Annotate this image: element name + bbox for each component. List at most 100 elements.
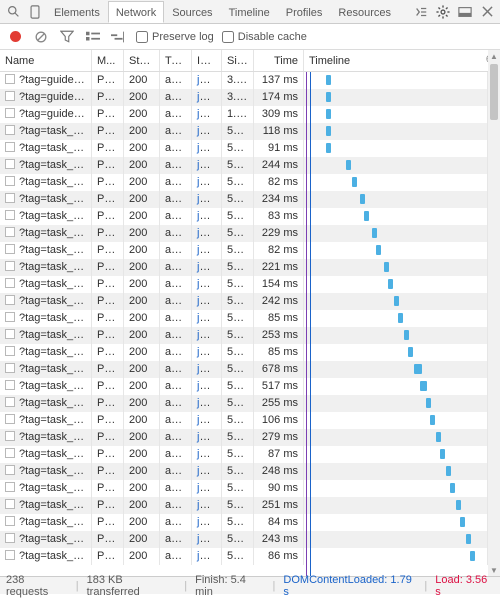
col-time[interactable]: Time bbox=[254, 50, 304, 71]
gear-icon[interactable] bbox=[432, 1, 454, 23]
initiator-link[interactable]: jqu... bbox=[197, 431, 221, 443]
col-name[interactable]: Name bbox=[0, 50, 92, 71]
initiator-link[interactable]: jqu... bbox=[197, 363, 221, 375]
table-row[interactable]: ?tag=task_list...PO...200ap...jqu...55..… bbox=[0, 463, 488, 480]
table-row[interactable]: ?tag=task_list...PO...200ap...jqu...55..… bbox=[0, 548, 488, 565]
table-row[interactable]: ?tag=task_list...PO...200ap...jqu...55..… bbox=[0, 259, 488, 276]
cell-type: ap... bbox=[160, 429, 192, 446]
disable-cache-checkbox[interactable]: Disable cache bbox=[222, 31, 307, 43]
table-row[interactable]: ?tag=task_list...PO...200ap...jqu...55..… bbox=[0, 293, 488, 310]
initiator-link[interactable]: jqu... bbox=[197, 329, 221, 341]
col-timeline[interactable]: Timeline 6 bbox=[304, 50, 500, 71]
scroll-thumb[interactable] bbox=[490, 64, 498, 120]
preserve-log-checkbox[interactable]: Preserve log bbox=[136, 31, 214, 43]
cell-timeline bbox=[304, 497, 488, 514]
table-row[interactable]: ?tag=task_list...PO...200ap...jqu...55..… bbox=[0, 174, 488, 191]
initiator-link[interactable]: jqu... bbox=[197, 295, 221, 307]
cell-initiator: jqu... bbox=[192, 140, 222, 157]
cell-initiator: jqu... bbox=[192, 514, 222, 531]
tab-timeline[interactable]: Timeline bbox=[221, 1, 278, 23]
table-row[interactable]: ?tag=task_list...PO...200ap...jqu...55..… bbox=[0, 191, 488, 208]
col-size[interactable]: Size bbox=[222, 50, 254, 71]
initiator-link[interactable]: jqu... bbox=[197, 499, 221, 511]
scroll-up-icon[interactable]: ▲ bbox=[488, 50, 500, 62]
table-row[interactable]: ?tag=task_list...PO...200ap...jqu...55..… bbox=[0, 157, 488, 174]
close-icon[interactable] bbox=[476, 1, 498, 23]
cell-initiator: jqu... bbox=[192, 463, 222, 480]
table-row[interactable]: ?tag=task_list...PO...200ap...jqu...55..… bbox=[0, 497, 488, 514]
table-row[interactable]: ?tag=guide&...PO...200ap...jqu...3.8...1… bbox=[0, 89, 488, 106]
initiator-link[interactable]: jqu... bbox=[197, 210, 221, 222]
initiator-link[interactable]: jqu... bbox=[197, 533, 221, 545]
tab-resources[interactable]: Resources bbox=[330, 1, 399, 23]
table-row[interactable]: ?tag=guide&...PO...200ap...jqu...3.1...1… bbox=[0, 72, 488, 89]
table-row[interactable]: ?tag=task_list...PO...200ap...jqu...55..… bbox=[0, 446, 488, 463]
initiator-link[interactable]: jqu... bbox=[197, 159, 221, 171]
timeline-overview-icon[interactable] bbox=[110, 28, 128, 46]
table-row[interactable]: ?tag=task_list...PO...200ap...jqu...55..… bbox=[0, 242, 488, 259]
initiator-link[interactable]: jqu... bbox=[197, 91, 221, 103]
table-row[interactable]: ?tag=task_list...PO...200ap...jqu...55..… bbox=[0, 225, 488, 242]
table-row[interactable]: ?tag=task_list...PO...200ap...jqu...55..… bbox=[0, 412, 488, 429]
clear-icon[interactable] bbox=[32, 28, 50, 46]
initiator-link[interactable]: jqu... bbox=[197, 176, 221, 188]
network-table-header: Name M... Status Type Initi... Size Time… bbox=[0, 50, 500, 72]
filter-icon[interactable] bbox=[58, 28, 76, 46]
initiator-link[interactable]: jqu... bbox=[197, 227, 221, 239]
table-row[interactable]: ?tag=task_list...PO...200ap...jqu...55..… bbox=[0, 378, 488, 395]
table-row[interactable]: ?tag=task_list...PO...200ap...jqu...55..… bbox=[0, 361, 488, 378]
initiator-link[interactable]: jqu... bbox=[197, 465, 221, 477]
view-large-icon[interactable] bbox=[84, 28, 102, 46]
initiator-link[interactable]: jqu... bbox=[197, 516, 221, 528]
tab-profiles[interactable]: Profiles bbox=[278, 1, 331, 23]
cell-timeline bbox=[304, 293, 488, 310]
initiator-link[interactable]: jqu... bbox=[197, 125, 221, 137]
table-row[interactable]: ?tag=guide&...PO...200ap...jqu...1.3...3… bbox=[0, 106, 488, 123]
device-icon[interactable] bbox=[24, 1, 46, 23]
table-row[interactable]: ?tag=task_list...PO...200ap...jqu...55..… bbox=[0, 429, 488, 446]
table-row[interactable]: ?tag=task_list...PO...200ap...jqu...55..… bbox=[0, 514, 488, 531]
col-type[interactable]: Type bbox=[160, 50, 192, 71]
file-icon bbox=[5, 448, 15, 458]
tab-network[interactable]: Network bbox=[108, 1, 164, 23]
initiator-link[interactable]: jqu... bbox=[197, 278, 221, 290]
file-icon bbox=[5, 431, 15, 441]
table-row[interactable]: ?tag=task_list...PO...200ap...jqu...55..… bbox=[0, 344, 488, 361]
cell-name: ?tag=task_list... bbox=[0, 531, 92, 548]
dock-icon[interactable] bbox=[454, 1, 476, 23]
col-method[interactable]: M... bbox=[92, 50, 124, 71]
search-icon[interactable] bbox=[2, 1, 24, 23]
initiator-link[interactable]: jqu... bbox=[197, 142, 221, 154]
initiator-link[interactable]: jqu... bbox=[197, 380, 221, 392]
col-initiator[interactable]: Initi... bbox=[192, 50, 222, 71]
table-row[interactable]: ?tag=task_list...PO...200ap...jqu...55..… bbox=[0, 123, 488, 140]
initiator-link[interactable]: jqu... bbox=[197, 244, 221, 256]
vertical-scrollbar[interactable]: ▲ ▼ bbox=[488, 50, 500, 576]
cell-initiator: jqu... bbox=[192, 531, 222, 548]
col-status[interactable]: Status bbox=[124, 50, 160, 71]
initiator-link[interactable]: jqu... bbox=[197, 397, 221, 409]
table-row[interactable]: ?tag=task_list...PO...200ap...jqu...55..… bbox=[0, 310, 488, 327]
table-row[interactable]: ?tag=task_list...PO...200ap...jqu...55..… bbox=[0, 327, 488, 344]
initiator-link[interactable]: jqu... bbox=[197, 312, 221, 324]
table-row[interactable]: ?tag=task_list...PO...200ap...jqu...55..… bbox=[0, 531, 488, 548]
initiator-link[interactable]: jqu... bbox=[197, 482, 221, 494]
initiator-link[interactable]: jqu... bbox=[197, 108, 221, 120]
initiator-link[interactable]: jqu... bbox=[197, 74, 221, 86]
cell-name: ?tag=task_list... bbox=[0, 446, 92, 463]
initiator-link[interactable]: jqu... bbox=[197, 346, 221, 358]
initiator-link[interactable]: jqu... bbox=[197, 414, 221, 426]
table-row[interactable]: ?tag=task_list...PO...200ap...jqu...55..… bbox=[0, 395, 488, 412]
table-row[interactable]: ?tag=task_list...PO...200ap...jqu...55..… bbox=[0, 276, 488, 293]
drawer-icon[interactable] bbox=[410, 1, 432, 23]
table-row[interactable]: ?tag=task_list...PO...200ap...jqu...55..… bbox=[0, 480, 488, 497]
tab-elements[interactable]: Elements bbox=[46, 1, 108, 23]
initiator-link[interactable]: jqu... bbox=[197, 448, 221, 460]
table-row[interactable]: ?tag=task_list...PO...200ap...jqu...55..… bbox=[0, 208, 488, 225]
table-row[interactable]: ?tag=task_list...PO...200ap...jqu...55..… bbox=[0, 140, 488, 157]
tab-sources[interactable]: Sources bbox=[164, 1, 220, 23]
initiator-link[interactable]: jqu... bbox=[197, 550, 221, 562]
initiator-link[interactable]: jqu... bbox=[197, 193, 221, 205]
record-button[interactable] bbox=[6, 28, 24, 46]
initiator-link[interactable]: jqu... bbox=[197, 261, 221, 273]
